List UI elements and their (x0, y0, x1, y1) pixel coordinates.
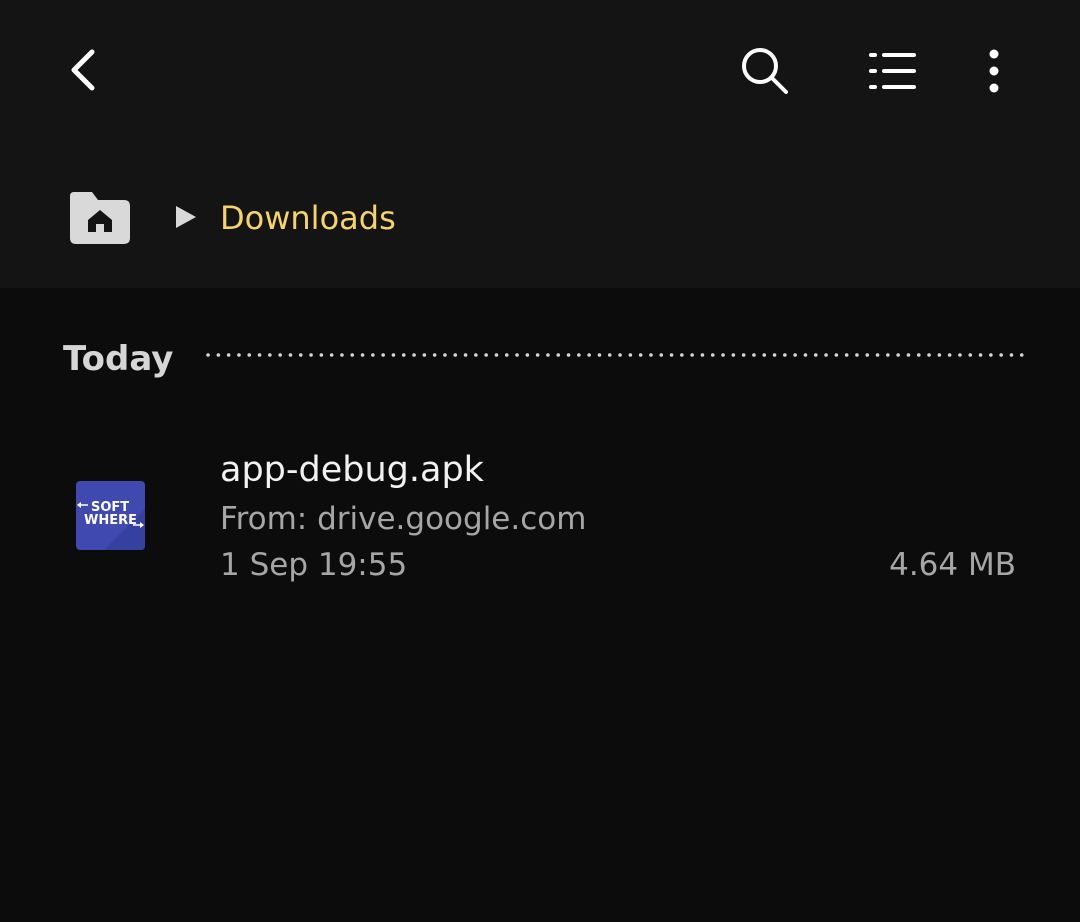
list-view-button[interactable] (860, 40, 926, 102)
home-folder-icon (70, 192, 130, 244)
breadcrumb-current[interactable]: Downloads (220, 196, 396, 240)
softwhere-logo-icon: SOFT WHERE (76, 481, 145, 550)
chevron-left-icon (71, 49, 95, 91)
breadcrumb-home-button[interactable] (66, 188, 134, 246)
list-view-icon (869, 53, 916, 89)
more-vertical-icon (989, 49, 999, 93)
file-source: From: drive.google.com (220, 501, 587, 537)
section-title: Today (63, 339, 174, 379)
section-divider (206, 353, 1028, 357)
search-icon (742, 48, 788, 94)
more-options-button[interactable] (966, 40, 1022, 102)
file-list-item[interactable]: SOFT WHERE app-debug.apk From: drive.goo… (0, 430, 1080, 600)
back-button[interactable] (52, 38, 116, 102)
apk-thumbnail: SOFT WHERE (76, 481, 145, 550)
file-date: 1 Sep 19:55 (220, 547, 408, 583)
file-size: 4.64 MB (889, 547, 1016, 583)
triangle-right-icon (176, 206, 196, 228)
app-header: Downloads (0, 0, 1080, 288)
file-name: app-debug.apk (220, 450, 484, 490)
search-button[interactable] (732, 38, 798, 104)
thumbnail-text-bottom: WHERE (84, 513, 137, 528)
